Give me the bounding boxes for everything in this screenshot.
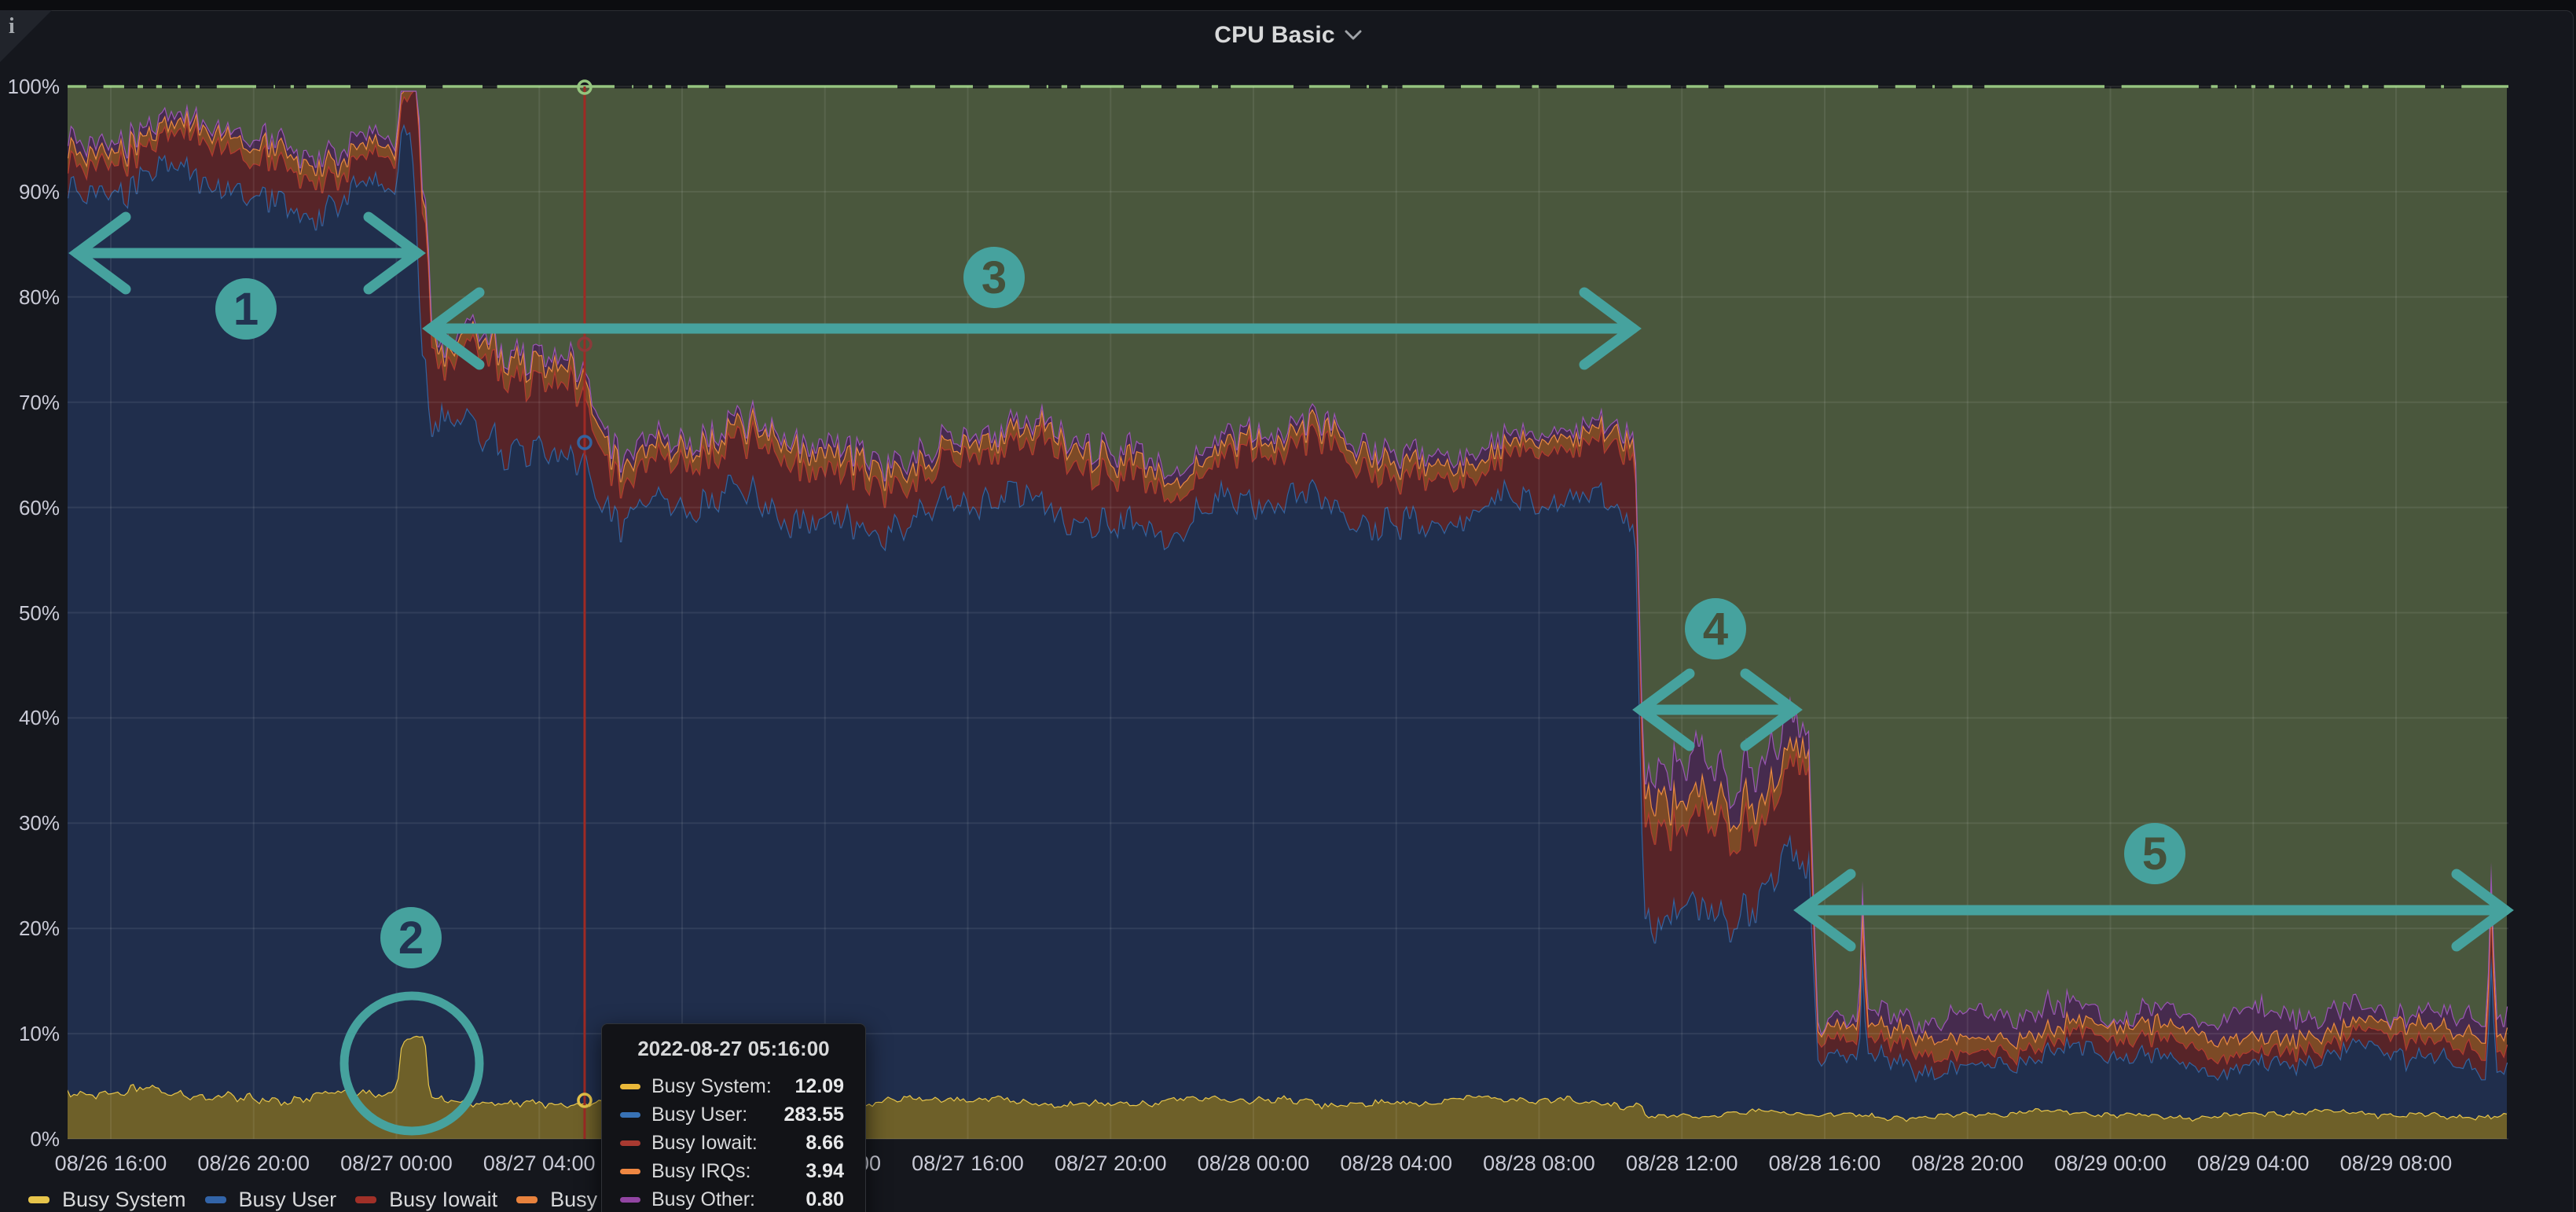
tooltip-row: Busy User:283.55 [602,1100,865,1129]
legend-item-busy-system[interactable]: Busy System [28,1188,186,1212]
tooltip-series-swatch [620,1140,640,1146]
y-tick-label: 20% [0,916,60,941]
y-tick-label: 30% [0,810,60,836]
legend-label: Busy Iowait [389,1188,497,1212]
y-tick-label: 10% [0,1021,60,1046]
chevron-down-icon [1345,30,1362,41]
svg-text:1: 1 [233,284,259,335]
tooltip-series-label: Busy User: [651,1104,784,1126]
legend-swatch [355,1196,376,1203]
panel-header[interactable]: CPU Basic [0,13,2576,58]
tooltip-series-value: 3.94 [805,1160,844,1183]
legend-label: Busy System [62,1188,186,1212]
legend-item-busy-user[interactable]: Busy User [205,1188,337,1212]
tooltip-series-value: 12.09 [794,1075,844,1098]
tooltip-row: Busy Iowait:8.66 [602,1129,865,1157]
series-areas [68,85,2508,1140]
y-tick-label: 60% [0,495,60,520]
legend-item-busy-iowait[interactable]: Busy Iowait [355,1188,497,1212]
panel-title[interactable]: CPU Basic [1214,22,1335,49]
legend-swatch [516,1196,538,1203]
svg-text:3: 3 [982,252,1007,303]
svg-text:5: 5 [2142,828,2167,880]
tooltip-series-label: Busy IRQs: [651,1160,805,1183]
y-tick-label: 40% [0,705,60,730]
legend-label: Busy User [239,1188,337,1212]
legend-swatch [28,1196,50,1203]
tooltip-series-swatch [620,1169,640,1174]
tooltip-series-value: 8.66 [805,1132,844,1155]
tooltip-timestamp: 2022-08-27 05:16:00 [602,1037,865,1061]
y-tick-label: 70% [0,390,60,415]
y-tick-label: 0% [0,1126,60,1151]
y-tick-label: 80% [0,285,60,310]
tooltip-series-label: Busy System: [651,1075,794,1098]
svg-text:2: 2 [398,913,424,964]
callout-badge-4: 4 [1685,598,1746,659]
callout-badge-3: 3 [963,247,1025,308]
y-tick-label: 100% [0,74,60,99]
callout-badge-2: 2 [380,907,442,968]
tooltip-series-value: 0.80 [805,1188,844,1211]
tooltip-series-swatch [620,1112,640,1118]
tooltip-rows: Busy System:12.09Busy User:283.55Busy Io… [602,1072,865,1212]
y-tick-label: 50% [0,600,60,626]
callout-badge-5: 5 [2124,823,2185,884]
legend-swatch [205,1196,226,1203]
cpu-usage-chart[interactable]: 1 2 3 4 5 [0,0,2576,1212]
tooltip-row: Busy IRQs:3.94 [602,1157,865,1185]
grafana-dashboard: { "panel": { "title": "CPU Basic", "info… [0,0,2576,1212]
tooltip-series-swatch [620,1197,640,1203]
hover-tooltip: 2022-08-27 05:16:00 Busy System:12.09Bus… [601,1023,866,1212]
tooltip-series-value: 283.55 [784,1104,844,1126]
tooltip-row: Busy System:12.09 [602,1072,865,1100]
x-tick-label: 08/29 08:00 [2310,1151,2482,1176]
tooltip-series-swatch [620,1084,640,1089]
tooltip-series-label: Busy Other: [651,1188,805,1211]
svg-text:4: 4 [1703,604,1728,655]
y-tick-label: 90% [0,179,60,204]
tooltip-row: Busy Other:0.80 [602,1185,865,1212]
callout-badge-1: 1 [215,278,277,340]
tooltip-series-label: Busy Iowait: [651,1132,805,1155]
legend: Busy SystemBusy UserBusy IowaitBusy IRQs [28,1188,651,1212]
